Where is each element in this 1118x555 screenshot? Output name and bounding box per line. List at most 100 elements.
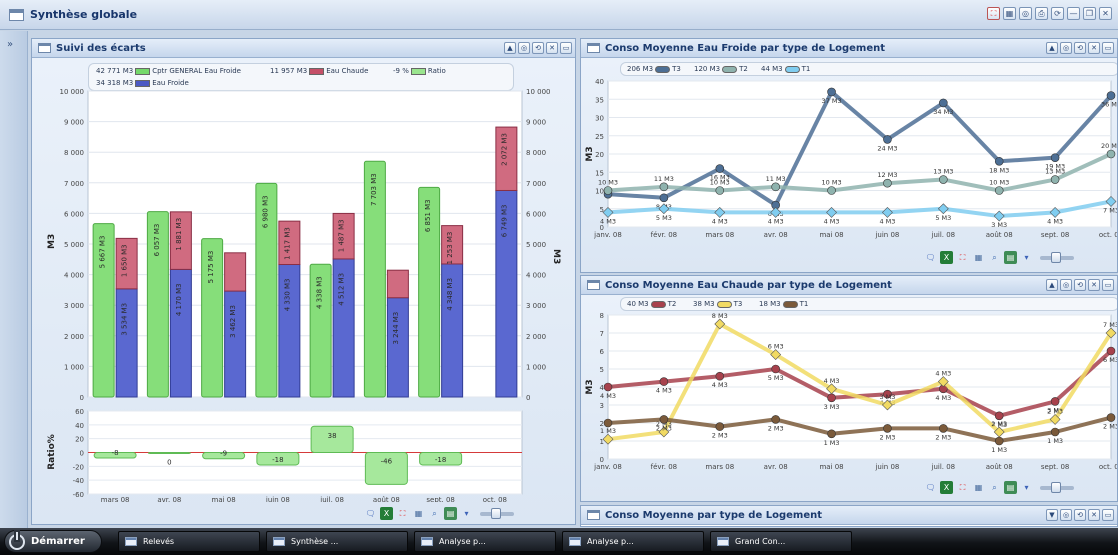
taskbar-item-analyse-2[interactable]: Analyse p... — [562, 531, 704, 552]
pdf-icon[interactable]: ⛶ — [956, 251, 969, 264]
refresh-button[interactable]: ⟲ — [1074, 509, 1086, 521]
taskbar-item-releves[interactable]: Relevés — [118, 531, 260, 552]
y2-tick-label: 3 000 — [526, 302, 546, 310]
data-label: 10 M3 — [710, 179, 730, 187]
data-point — [827, 429, 836, 439]
zoom-icon[interactable]: ⌕ — [988, 481, 1001, 494]
close-button[interactable]: ✕ — [1088, 279, 1100, 291]
x-tick-label: mars 08 — [101, 496, 130, 502]
panel-title: Conso Moyenne par type de Logement — [605, 510, 823, 521]
data-label: 6 M3 — [768, 343, 784, 351]
x-tick-label: mai 08 — [212, 496, 236, 502]
globe-icon[interactable]: ◎ — [1019, 7, 1032, 20]
close-button[interactable]: ✕ — [1088, 42, 1100, 54]
window-icon — [421, 537, 433, 546]
collapse-button[interactable]: ▲ — [504, 42, 516, 54]
maximize-button[interactable]: ▭ — [1102, 509, 1114, 521]
x-tick-label: janv. 08 — [593, 463, 622, 471]
x-tick-label: juil. 08 — [319, 496, 344, 502]
zoom-slider[interactable] — [1040, 251, 1074, 263]
excel-icon[interactable]: X — [940, 251, 953, 264]
table-icon[interactable]: ▦ — [972, 481, 985, 494]
data-label: 4 M3 — [600, 392, 616, 400]
expand-sidebar-icon[interactable]: » — [7, 39, 13, 50]
x-tick-label: févr. 08 — [651, 231, 678, 239]
zoom-icon[interactable]: ⌕ — [988, 251, 1001, 264]
close-button[interactable]: ✕ — [1088, 509, 1100, 521]
print-icon[interactable]: ⎙ — [1035, 7, 1048, 20]
target-button[interactable]: ◎ — [518, 42, 530, 54]
panel-window-buttons: ▲ ◎ ⟲ ✕ ▭ — [1046, 42, 1114, 54]
close-button[interactable]: ✕ — [546, 42, 558, 54]
grid-icon[interactable]: ▦ — [1003, 7, 1016, 20]
restore-icon[interactable]: ❐ — [1083, 7, 1096, 20]
refresh-icon[interactable]: ⟳ — [1051, 7, 1064, 20]
bar-label-cptr: 4 338 M3 — [316, 276, 324, 309]
x-tick-label: oct. 08 — [483, 496, 507, 502]
zoom-slider-handle[interactable] — [1051, 251, 1061, 263]
froide-toolbar: 🗨 X ⛶ ▦ ⌕ ▤ ▾ — [924, 251, 1074, 264]
ecarts-chart: 0 0 1 000 1 000 2 000 2 000 3 000 3 000 4 000 4 0… — [47, 89, 561, 502]
y-tick-label: 10 — [595, 188, 604, 196]
target-button[interactable]: ◎ — [1060, 279, 1072, 291]
chat-icon[interactable]: 🗨 — [924, 481, 937, 494]
collapse-button[interactable]: ▲ — [1046, 279, 1058, 291]
legend-swatch — [716, 300, 732, 308]
maximize-button[interactable]: ▭ — [1102, 42, 1114, 54]
maximize-button[interactable]: ▭ — [560, 42, 572, 54]
taskbar-item-analyse-1[interactable]: Analyse p... — [414, 531, 556, 552]
chart-icon[interactable]: ▤ — [444, 507, 457, 520]
zoom-slider-handle[interactable] — [1051, 481, 1061, 493]
taskbar-item-synthese[interactable]: Synthèse ... — [266, 531, 408, 552]
taskbar-item-grand-con[interactable]: Grand Con... — [710, 531, 852, 552]
legend-label: Eau Chaude — [326, 67, 369, 75]
menu-icon[interactable]: ▾ — [1020, 481, 1033, 494]
refresh-button[interactable]: ⟲ — [532, 42, 544, 54]
panel-conso-moyenne: Conso Moyenne par type de Logement ▼ ◎ ⟲… — [580, 505, 1118, 527]
excel-icon[interactable]: X — [940, 481, 953, 494]
pdf-icon[interactable]: ⛶ — [987, 7, 1000, 20]
start-button[interactable]: Démarrer — [4, 530, 102, 553]
chart-icon[interactable]: ▤ — [1004, 481, 1017, 494]
legend-label: Ratio — [427, 67, 446, 75]
table-icon[interactable]: ▦ — [412, 507, 425, 520]
zoom-slider[interactable] — [1040, 481, 1074, 493]
close-icon[interactable]: ✕ — [1099, 7, 1112, 20]
data-label: 2 M3 — [879, 433, 895, 441]
chat-icon[interactable]: 🗨 — [924, 251, 937, 264]
zoom-slider[interactable] — [480, 507, 514, 519]
chart-icon[interactable]: ▤ — [1004, 251, 1017, 264]
start-label: Démarrer — [31, 536, 85, 547]
data-point — [939, 98, 948, 108]
target-button[interactable]: ◎ — [1060, 42, 1072, 54]
pdf-icon[interactable]: ⛶ — [956, 481, 969, 494]
menu-icon[interactable]: ▾ — [1020, 251, 1033, 264]
minimize-icon[interactable]: — — [1067, 7, 1080, 20]
collapse-button[interactable]: ▲ — [1046, 42, 1058, 54]
zoom-slider-handle[interactable] — [491, 507, 501, 519]
data-point — [771, 364, 780, 374]
title-bar: Synthèse globale ⛶ ▦ ◎ ⎙ ⟳ — ❐ ✕ — [0, 0, 1118, 30]
window-icon — [569, 537, 581, 546]
bar-label-froide: 3 244 M3 — [392, 312, 400, 345]
table-icon[interactable]: ▦ — [972, 251, 985, 264]
data-point — [827, 393, 836, 403]
refresh-button[interactable]: ⟲ — [1074, 42, 1086, 54]
task-label: Synthèse ... — [291, 537, 339, 546]
data-label: 2 M3 — [1103, 423, 1118, 431]
menu-icon[interactable]: ▾ — [460, 507, 473, 520]
panel-title: Suivi des écarts — [56, 43, 146, 54]
x-tick-label: mars 08 — [705, 463, 734, 471]
expand-button[interactable]: ▼ — [1046, 509, 1058, 521]
maximize-button[interactable]: ▭ — [1102, 279, 1114, 291]
refresh-button[interactable]: ⟲ — [1074, 279, 1086, 291]
pdf-icon[interactable]: ⛶ — [396, 507, 409, 520]
y2-tick-label: 4 000 — [526, 272, 546, 280]
data-point — [939, 424, 948, 433]
chat-icon[interactable]: 🗨 — [364, 507, 377, 520]
excel-icon[interactable]: X — [380, 507, 393, 520]
ratio-tick-label: -40 — [73, 477, 84, 485]
target-button[interactable]: ◎ — [1060, 509, 1072, 521]
data-point — [994, 411, 1004, 421]
zoom-icon[interactable]: ⌕ — [428, 507, 441, 520]
